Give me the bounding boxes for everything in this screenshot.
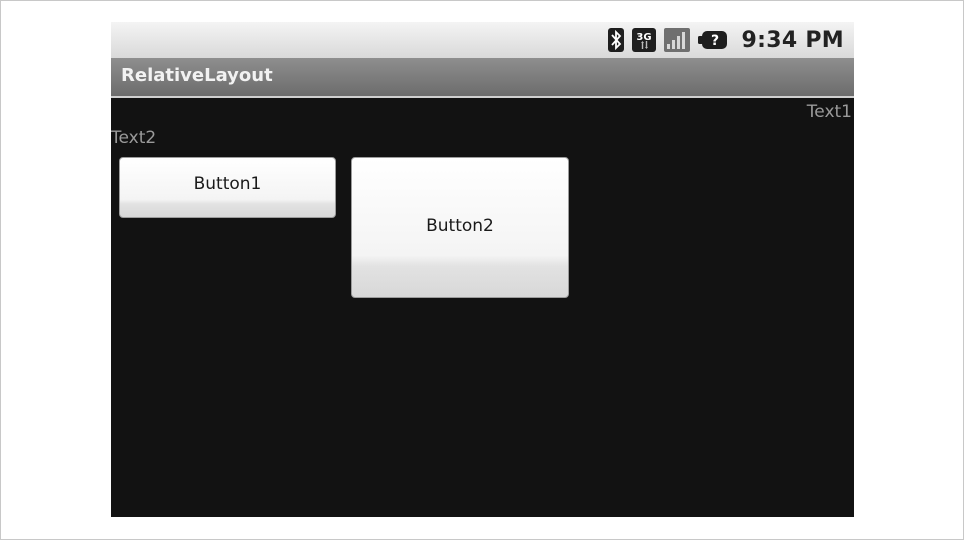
text2-label: Text2 (111, 128, 157, 148)
bluetooth-icon (607, 28, 624, 52)
status-bar: 3G ? 9:34 PM (111, 22, 854, 58)
device-screen: 3G ? 9:34 PM RelativeLayout Text1 Text2 … (111, 22, 854, 517)
battery-unknown-icon: ? (697, 28, 728, 52)
3g-network-icon: 3G (631, 28, 656, 52)
button1[interactable]: Button1 (119, 157, 336, 218)
signal-strength-icon (663, 28, 690, 52)
svg-text:?: ? (710, 33, 718, 49)
status-icons: 3G ? 9:34 PM (607, 26, 845, 54)
button2[interactable]: Button2 (351, 157, 569, 298)
text1-label: Text1 (806, 102, 852, 122)
app-title: RelativeLayout (121, 65, 273, 86)
title-bar: RelativeLayout (111, 58, 854, 98)
3g-label: 3G (636, 32, 651, 43)
status-time: 9:34 PM (741, 27, 844, 53)
